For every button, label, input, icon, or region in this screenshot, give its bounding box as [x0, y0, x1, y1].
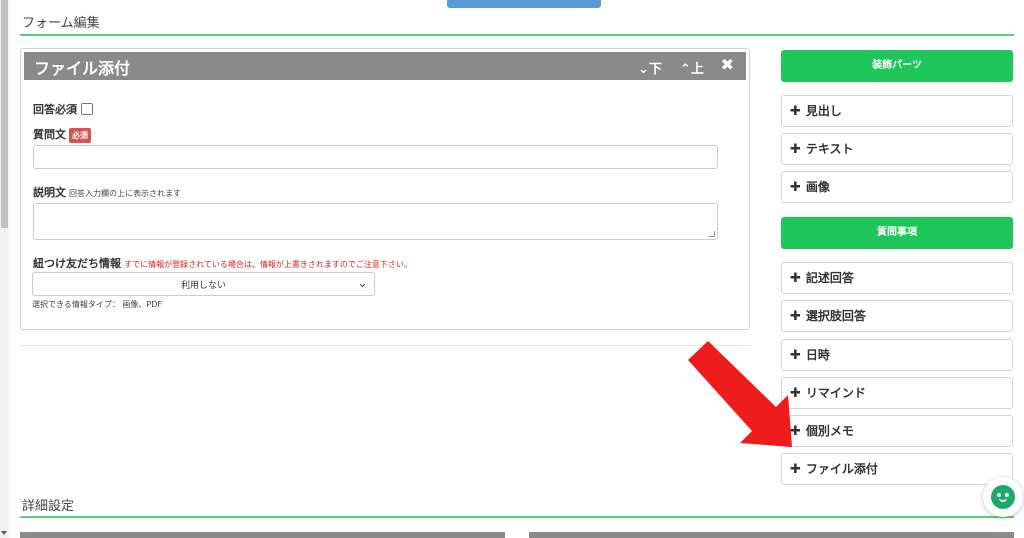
plus-icon: ✚ — [790, 271, 801, 286]
bottom-card-header — [20, 532, 505, 538]
part-label: 記述回答 — [805, 271, 854, 285]
chat-mouth — [999, 498, 1007, 502]
detail-settings-title: 詳細設定 — [22, 499, 75, 514]
bottom-card-header — [529, 532, 1014, 538]
add-choice-answer-button[interactable]: ✚ 選択肢回答 — [781, 300, 1013, 332]
add-text-button[interactable]: ✚ テキスト — [781, 133, 1013, 165]
card-header: ファイル添付 ⌄下 ⌃上 ✖ — [24, 52, 746, 80]
chat-face — [991, 485, 1015, 509]
add-datetime-button[interactable]: ✚ 日時 — [781, 339, 1013, 371]
add-remind-button[interactable]: ✚ リマインド — [781, 377, 1013, 409]
selectable-info-types: 選択できる情報タイプ： 画像、PDF — [32, 300, 162, 309]
part-label: 見出し — [805, 104, 842, 118]
scroll-down-arrow-icon[interactable] — [1, 531, 7, 535]
description-hint: 回答入力欄の上に表示されます — [69, 189, 181, 198]
part-label: テキスト — [805, 142, 854, 156]
scrollbar-thumb[interactable] — [1, 0, 8, 228]
question-label-row: 質問文 必須 — [33, 126, 91, 143]
move-down-button[interactable]: ⌄下 — [638, 58, 662, 77]
chat-eye — [997, 493, 1001, 497]
add-image-button[interactable]: ✚ 画像 — [781, 171, 1013, 203]
required-badge: 必須 — [69, 127, 91, 143]
part-label: リマインド — [805, 386, 866, 400]
description-label-row: 説明文 回答入力欄の上に表示されます — [33, 184, 181, 200]
required-answer-checkbox[interactable] — [81, 103, 93, 115]
part-label: 画像 — [805, 180, 830, 194]
question-input[interactable] — [33, 145, 718, 169]
add-heading-button[interactable]: ✚ 見出し — [781, 95, 1013, 127]
card-separator — [20, 345, 750, 346]
move-up-button[interactable]: ⌃上 — [680, 58, 704, 77]
question-items-header[interactable]: 質問事項 — [781, 217, 1013, 249]
description-label: 説明文 — [33, 186, 66, 199]
select-value: 利用しない — [180, 281, 226, 291]
link-label-row: 紐つけ友だち情報 すでに情報が登録されている場合は、情報が上書きされますのでご注意… — [33, 255, 412, 271]
add-memo-button[interactable]: ✚ 個別メモ — [781, 415, 1013, 447]
resize-grip-icon[interactable] — [709, 231, 715, 237]
add-file-attach-button[interactable]: ✚ ファイル添付 — [781, 453, 1013, 485]
move-down-label: 下 — [648, 62, 662, 77]
chat-eye — [1005, 493, 1009, 497]
chevron-down-icon: ⌄ — [638, 62, 649, 77]
description-textarea[interactable] — [33, 203, 718, 240]
card-title: ファイル添付 — [34, 59, 131, 78]
chat-support-icon[interactable] — [983, 477, 1023, 517]
plus-icon: ✚ — [790, 462, 801, 477]
chevron-up-icon: ⌃ — [680, 62, 691, 77]
required-answer-label: 回答必須 — [33, 103, 77, 116]
plus-icon: ✚ — [790, 180, 801, 195]
part-label: ファイル添付 — [805, 462, 878, 476]
top-action-button[interactable] — [447, 0, 601, 8]
add-text-answer-button[interactable]: ✚ 記述回答 — [781, 262, 1013, 294]
move-up-label: 上 — [690, 62, 704, 77]
plus-icon: ✚ — [790, 142, 801, 157]
section-divider — [20, 516, 1014, 518]
decoration-parts-header[interactable]: 装飾パーツ — [781, 50, 1013, 82]
close-icon[interactable]: ✖ — [721, 55, 734, 74]
section-divider — [20, 34, 1014, 36]
link-friend-info-select[interactable]: 利用しない ⌄ — [32, 272, 375, 296]
question-label: 質問文 — [33, 128, 66, 141]
chevron-down-icon: ⌄ — [357, 276, 368, 291]
form-edit-title: フォーム編集 — [22, 16, 100, 31]
plus-icon: ✚ — [790, 104, 801, 119]
part-label: 個別メモ — [805, 424, 854, 438]
vertical-scrollbar[interactable] — [0, 0, 9, 538]
link-friend-info-label: 紐つけ友だち情報 — [33, 257, 121, 270]
overwrite-warning: すでに情報が登録されている場合は、情報が上書きされますのでご注意下さい。 — [124, 260, 412, 269]
pointer-arrow-icon — [688, 341, 792, 447]
plus-icon: ✚ — [790, 309, 801, 324]
part-label: 選択肢回答 — [805, 309, 866, 323]
